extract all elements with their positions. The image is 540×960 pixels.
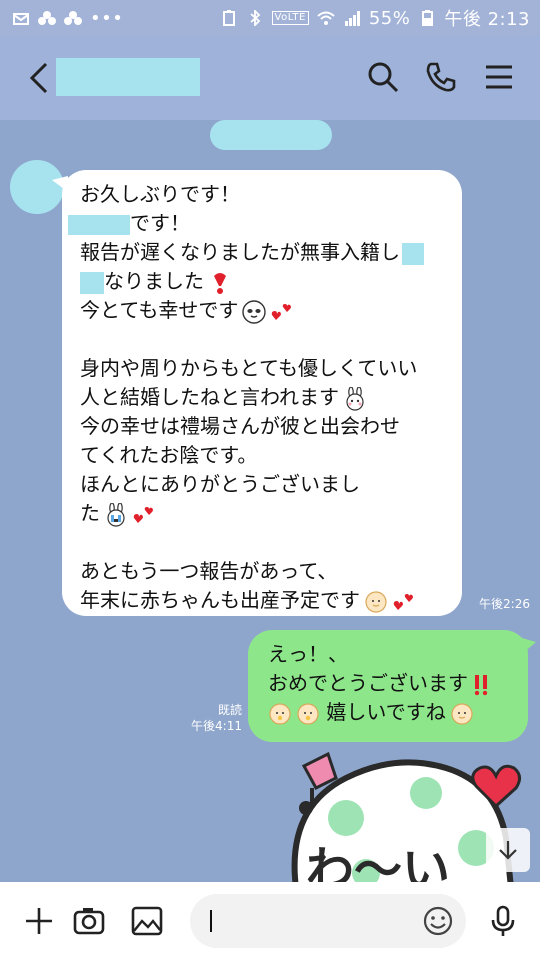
baby-emoji-icon [365,590,387,613]
message-line: 人と結婚したねと言われます [80,383,444,412]
mail-notification-icon [13,13,29,25]
message-line: 今とても幸せです [80,296,444,325]
read-label: 既読 [217,703,242,717]
redacted-text [80,271,104,294]
text-caret [210,910,212,932]
incoming-timestamp: 午後2:26 [479,597,530,611]
menu-button[interactable] [482,60,516,94]
two-hearts-icon [133,506,153,523]
message-line: てくれたお陰です。 [80,443,258,467]
status-right: VoLTE 55% 午後 2:13 [220,5,530,31]
plus-button[interactable] [22,904,56,938]
volte-indicator: VoLTE [271,11,309,25]
message-line: 年末に赤ちゃんも出産予定です [80,586,444,615]
message-line: 嬉しいですね [268,698,508,727]
date-separator-redacted [210,120,332,150]
message-line: あともう一つ報告があって、 [80,559,338,583]
outgoing-timestamp: 午後4:11 [191,719,242,733]
message-line: です！ [68,209,444,238]
two-hearts-icon [272,303,292,320]
panda-emoji-icon [242,299,267,324]
message-line: 身内や周りからもとても優しくていい [80,356,418,380]
incoming-message-bubble[interactable]: お久しぶりです！ です！ 報告が遅くなりましたが無事入籍し なりました 今とても… [52,170,462,616]
bluetooth-icon [249,10,260,26]
arrow-down-icon [499,841,517,860]
two-hearts-icon [393,593,413,610]
image-button[interactable] [130,904,164,938]
emoji-button[interactable] [422,905,454,937]
message-line: えっ！、 [268,642,348,666]
status-bar: ••• VoLTE 55% 午後 2:13 [0,0,540,36]
call-button[interactable] [424,60,458,94]
redacted-name [68,214,130,235]
read-receipt: 既読 午後4:11 [170,702,242,734]
back-button[interactable] [26,58,56,98]
redacted-text [402,242,424,265]
double-exclamation-icon [474,674,488,695]
battery-percent: 55% [368,7,411,29]
search-button[interactable] [366,60,400,94]
red-exclamation-icon [214,272,226,294]
clock: 午後 2:13 [444,9,530,30]
wifi-icon [317,11,335,25]
battery-saver-icon [222,10,235,26]
message-line: ほんとにありがとうございまし [80,472,360,496]
scroll-to-bottom-button[interactable] [486,828,530,872]
baby-emoji-icon [269,702,291,725]
crying-rabbit-emoji-icon [107,502,125,527]
chat-header [0,36,540,120]
more-notifications: ••• [90,7,124,29]
message-input[interactable] [190,894,466,948]
message-line: 今の幸せは禮場さんが彼と出会わせ [80,414,400,438]
message-line: おめでとうございます [268,669,508,698]
signal-icon [344,11,360,26]
app-notification-icon [38,11,56,25]
battery-icon [422,10,434,26]
message-line: た [80,499,444,528]
app-notification-icon-2 [64,11,82,25]
baby-emoji-icon [297,702,319,725]
input-bar [0,882,540,960]
message-line: 報告が遅くなりましたが無事入籍し [80,238,444,267]
baby-emoji-icon [451,702,473,725]
message-line: お久しぶりです！ [80,182,240,206]
rabbit-emoji-icon [346,386,364,411]
camera-button[interactable] [72,904,106,938]
outgoing-message-bubble[interactable]: えっ！、 おめでとうございます 嬉しいですね [248,630,536,742]
microphone-button[interactable] [486,904,520,938]
message-line: なりました [80,267,444,296]
status-left: ••• [12,8,123,29]
contact-name-redacted[interactable] [56,58,200,96]
